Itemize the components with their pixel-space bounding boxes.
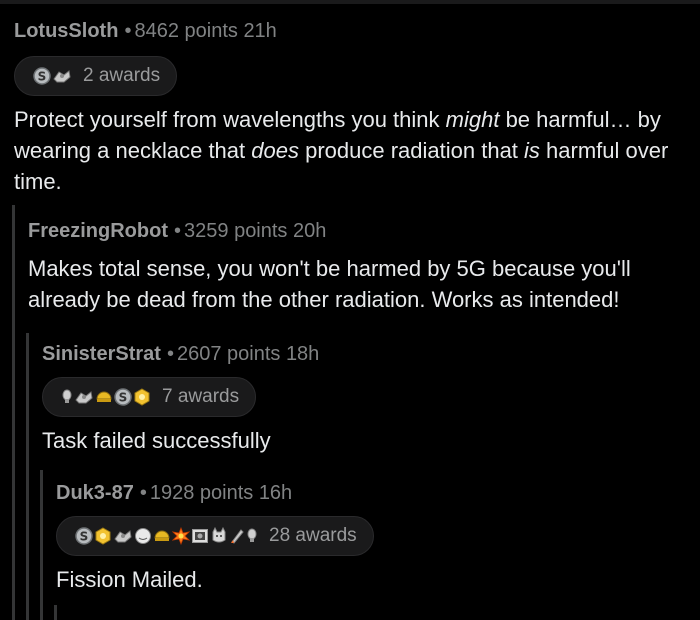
cat-award-icon — [212, 527, 226, 543]
helpful-hand-award-icon — [75, 391, 93, 404]
body-emphasis: does — [251, 138, 299, 163]
awards-count: 28 awards — [269, 525, 357, 546]
comment-author[interactable]: Duk3-87 — [56, 482, 134, 504]
comment-meta: LotusSloth • 8462 points 21h — [14, 20, 700, 43]
silver-award-icon: S — [114, 388, 132, 406]
explosion-award-icon — [172, 527, 190, 545]
thread-line[interactable] — [12, 205, 15, 620]
comment-body: Protect yourself from wavelengths you th… — [14, 104, 694, 197]
awards-count: 2 awards — [83, 65, 161, 86]
award-icons: S — [61, 388, 152, 406]
comment-meta: SinisterStrat • 2607 points 18h — [42, 343, 700, 366]
comment-points: 3259 points — [184, 220, 288, 242]
comment-age: 20h — [293, 220, 327, 242]
rocket-award-icon — [231, 529, 244, 544]
comment: FreezingRobot • 3259 points 20h Makes tota… — [28, 220, 700, 315]
helmet-award-icon — [96, 391, 112, 402]
comment-author[interactable]: FreezingRobot — [28, 220, 168, 242]
svg-text:S: S — [38, 70, 47, 84]
comment-author[interactable]: LotusSloth — [14, 20, 118, 42]
svg-text:S: S — [80, 530, 89, 544]
bulb-award-icon — [62, 389, 72, 403]
comment: Duk3-87 • 1928 points 16h S 28 awards Fiss… — [56, 482, 700, 595]
comment-age: 21h — [243, 20, 277, 42]
helpful-hand-award-icon — [114, 530, 132, 543]
body-text: produce radiation that — [298, 138, 525, 163]
thread-line[interactable] — [26, 333, 29, 620]
helpful-hand-award-icon — [53, 70, 71, 83]
top-divider — [0, 0, 700, 4]
gold-badge-award-icon — [134, 388, 150, 406]
comment: SinisterStrat • 2607 points 18h S 7 awards… — [42, 343, 700, 456]
comment-age: 16h — [258, 482, 293, 504]
comment-meta: Duk3-87 • 1928 points 16h — [56, 482, 700, 505]
face-award-icon — [135, 528, 151, 544]
awards-pill[interactable]: S 7 awards — [42, 377, 257, 417]
comment: LotusSloth • 8462 points 21h S 2 awards Pr… — [14, 20, 700, 197]
comment-body: Makes total sense, you won't be harmed b… — [28, 256, 631, 312]
thread-line[interactable] — [54, 605, 57, 620]
silver-award-icon: S — [75, 527, 93, 545]
award-icons: S — [33, 67, 73, 85]
comment-points: 8462 points — [134, 20, 238, 42]
separator-dot: • — [139, 482, 147, 504]
silver-award-icon: S — [33, 67, 51, 85]
comment-body: Task failed successfully — [42, 428, 271, 453]
separator-dot: • — [174, 220, 182, 242]
awards-pill[interactable]: S 28 awards — [56, 516, 374, 556]
comment-body: Fission Mailed. — [56, 567, 203, 592]
body-emphasis: might — [445, 107, 500, 132]
awards-count: 7 awards — [162, 386, 240, 407]
comment-age: 18h — [285, 343, 320, 365]
bulb-award-icon — [247, 528, 257, 542]
award-icons: S — [75, 527, 259, 545]
body-text: Protect yourself from wavelengths you th… — [14, 107, 446, 132]
comment-meta: FreezingRobot • 3259 points 20h — [28, 220, 700, 243]
body-emphasis: is — [524, 138, 540, 163]
gold-badge-award-icon — [95, 527, 111, 545]
separator-dot: • — [124, 20, 132, 42]
separator-dot: • — [166, 343, 174, 365]
helmet-award-icon — [154, 530, 170, 541]
comment-author[interactable]: SinisterStrat — [42, 343, 161, 365]
svg-text:S: S — [119, 391, 128, 405]
framed-picture-award-icon — [192, 529, 208, 543]
thread-line[interactable] — [40, 470, 43, 620]
comment-points: 2607 points — [176, 343, 281, 365]
comment-points: 1928 points — [149, 482, 254, 504]
awards-pill[interactable]: S 2 awards — [14, 56, 178, 96]
